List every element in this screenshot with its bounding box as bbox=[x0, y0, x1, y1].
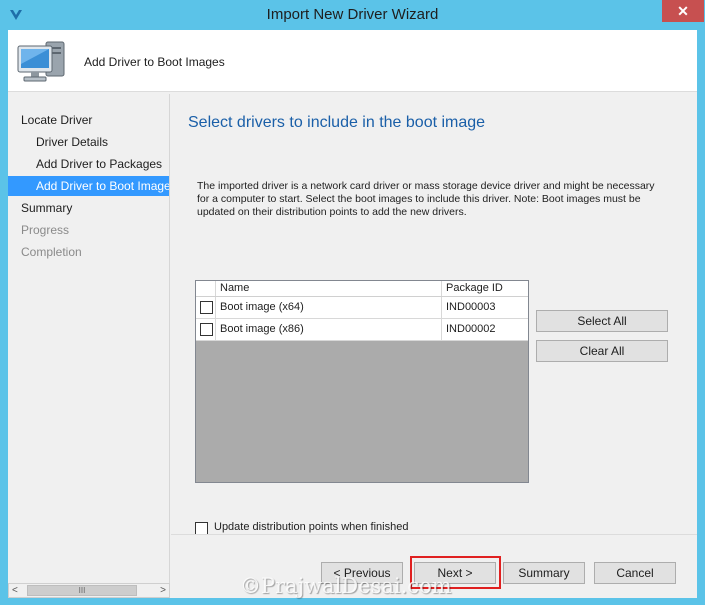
computer-icon bbox=[17, 41, 65, 82]
nav-item-add-driver-to-packages[interactable]: Add Driver to Packages bbox=[8, 154, 169, 174]
nav-horizontal-scrollbar[interactable]: < III > bbox=[8, 583, 170, 598]
header-title: Add Driver to Boot Images bbox=[84, 55, 225, 69]
row-select-cell bbox=[196, 297, 216, 318]
row-checkbox[interactable] bbox=[200, 301, 213, 314]
wizard-header: Add Driver to Boot Images bbox=[8, 30, 697, 92]
summary-button[interactable]: Summary bbox=[503, 562, 585, 584]
clear-all-button[interactable]: Clear All bbox=[536, 340, 668, 362]
update-dp-label[interactable]: Update distribution points when finished bbox=[214, 521, 408, 533]
nav-item-driver-details[interactable]: Driver Details bbox=[8, 132, 169, 152]
cell-name: Boot image (x86) bbox=[216, 319, 442, 340]
scroll-right-icon[interactable]: > bbox=[160, 584, 166, 597]
row-checkbox[interactable] bbox=[200, 323, 213, 336]
close-button[interactable]: ✕ bbox=[662, 0, 704, 22]
wizard-client-area: Add Driver to Boot Images Locate Driver … bbox=[8, 30, 697, 598]
page-description: The imported driver is a network card dr… bbox=[197, 180, 655, 218]
boot-image-grid: Name Package ID Boot image (x64) IND0000… bbox=[195, 280, 529, 483]
nav-item-add-driver-to-boot-images[interactable]: Add Driver to Boot Images bbox=[8, 176, 169, 196]
table-row[interactable]: Boot image (x64) IND00003 bbox=[196, 297, 528, 319]
nav-item-completion: Completion bbox=[21, 245, 82, 259]
cell-name: Boot image (x64) bbox=[216, 297, 442, 318]
nav-item-locate-driver[interactable]: Locate Driver bbox=[8, 110, 169, 130]
watermark: ©PrajwalDesai.com bbox=[240, 574, 452, 598]
nav-item-progress: Progress bbox=[21, 223, 70, 237]
title-bar[interactable]: Import New Driver Wizard ✕ bbox=[0, 0, 705, 30]
page-title: Select drivers to include in the boot im… bbox=[188, 114, 486, 131]
grid-header-select bbox=[196, 281, 216, 296]
table-row[interactable]: Boot image (x86) IND00002 bbox=[196, 319, 528, 341]
grid-header: Name Package ID bbox=[196, 281, 528, 297]
select-all-button[interactable]: Select All bbox=[536, 310, 668, 332]
cancel-button[interactable]: Cancel bbox=[594, 562, 676, 584]
window-title: Import New Driver Wizard bbox=[266, 6, 439, 23]
nav-item-summary[interactable]: Summary bbox=[8, 198, 169, 218]
cell-package-id: IND00003 bbox=[446, 301, 496, 313]
column-header-package-id[interactable]: Package ID bbox=[442, 281, 528, 296]
cell-package-id: IND00002 bbox=[446, 323, 496, 335]
scroll-thumb[interactable]: III bbox=[27, 585, 137, 596]
wizard-nav: Locate Driver Driver Details Add Driver … bbox=[8, 94, 170, 583]
row-select-cell bbox=[196, 319, 216, 340]
column-header-name[interactable]: Name bbox=[216, 281, 442, 296]
wizard-content: Select drivers to include in the boot im… bbox=[171, 94, 697, 535]
wizard-window: Import New Driver Wizard ✕ Add Driver to… bbox=[0, 0, 705, 605]
scroll-left-icon[interactable]: < bbox=[12, 584, 18, 597]
